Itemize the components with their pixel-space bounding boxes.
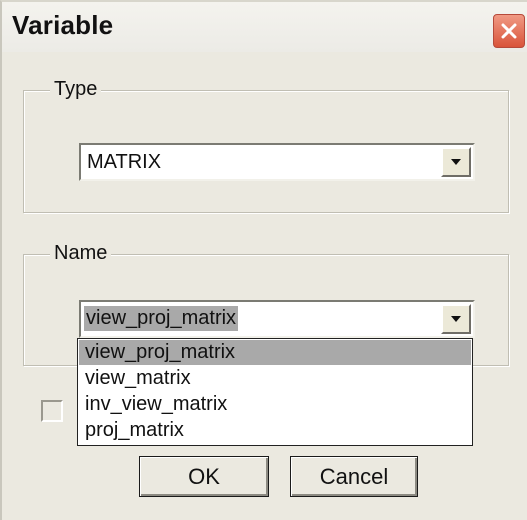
chevron-down-icon bbox=[451, 159, 461, 165]
type-combobox-value: MATRIX bbox=[87, 151, 162, 173]
cancel-button[interactable]: Cancel bbox=[290, 456, 418, 497]
type-group-label: Type bbox=[50, 78, 102, 101]
close-button[interactable] bbox=[493, 14, 525, 48]
name-dropdown-list: view_proj_matrix view_matrix inv_view_ma… bbox=[77, 338, 473, 446]
dropdown-option[interactable]: proj_matrix bbox=[79, 418, 471, 443]
name-combobox[interactable]: view_proj_matrix bbox=[79, 300, 475, 338]
dropdown-option[interactable]: inv_view_matrix bbox=[79, 392, 471, 417]
type-dropdown-button[interactable] bbox=[441, 147, 471, 177]
title-bar[interactable]: Variable bbox=[2, 2, 527, 52]
option-checkbox[interactable] bbox=[41, 400, 63, 422]
ok-button[interactable]: OK bbox=[139, 456, 269, 497]
dropdown-option[interactable]: view_proj_matrix bbox=[79, 340, 471, 365]
type-combobox[interactable]: MATRIX bbox=[79, 143, 475, 181]
window-title: Variable bbox=[12, 10, 114, 40]
name-dropdown-button[interactable] bbox=[441, 304, 471, 334]
dropdown-option[interactable]: view_matrix bbox=[79, 366, 471, 391]
close-icon bbox=[501, 23, 517, 39]
name-combobox-value: view_proj_matrix bbox=[84, 306, 239, 331]
name-group-label: Name bbox=[50, 242, 112, 265]
variable-dialog: Variable Type MATRIX Name view_proj_matr… bbox=[0, 0, 527, 520]
chevron-down-icon bbox=[451, 316, 461, 322]
